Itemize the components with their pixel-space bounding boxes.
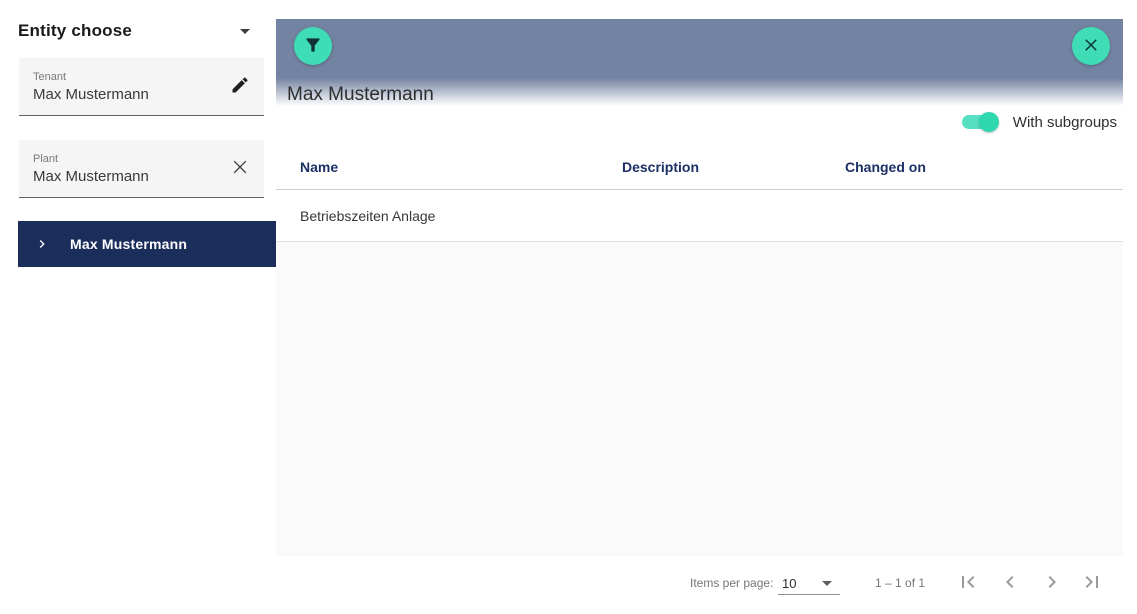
tenant-value: Max Mustermann <box>33 86 149 103</box>
plant-field: Plant Max Mustermann <box>19 140 264 198</box>
group-panel: Max Mustermann With subgroups Name Descr… <box>276 0 1123 614</box>
page-range-label: 1 – 1 of 1 <box>875 576 925 590</box>
table-empty-area <box>276 242 1123 556</box>
items-per-page-label: Items per page: <box>690 576 773 590</box>
chevron-right-icon[interactable] <box>34 236 50 252</box>
subgroups-toggle-row: With subgroups <box>962 111 1117 133</box>
first-page-icon <box>956 570 980 597</box>
chevron-left-icon <box>998 570 1022 597</box>
collapse-caret-icon[interactable] <box>240 29 250 34</box>
page-size-value: 10 <box>782 576 796 591</box>
paginator: Items per page: 10 1 – 1 of 1 <box>276 556 1123 614</box>
column-header-changed-on[interactable]: Changed on <box>845 145 926 190</box>
next-page-button[interactable] <box>1039 570 1065 596</box>
table-row[interactable]: Betriebszeiten Anlage <box>276 190 1123 242</box>
tenant-field-text: Tenant Max Mustermann <box>33 71 149 103</box>
close-button[interactable] <box>1072 27 1110 65</box>
last-page-button[interactable] <box>1079 570 1105 596</box>
clear-plant-button[interactable] <box>224 153 256 185</box>
close-icon <box>230 157 250 180</box>
tree-item-label: Max Mustermann <box>70 236 187 252</box>
app-root: Entity choose Tenant Max Mustermann Plan… <box>0 0 1137 614</box>
with-subgroups-toggle[interactable] <box>962 112 999 132</box>
tree-item-selected[interactable]: Max Mustermann <box>18 221 276 267</box>
first-page-button[interactable] <box>955 570 981 596</box>
chevron-right-icon <box>1040 570 1064 597</box>
sidebar-title: Entity choose <box>18 21 132 41</box>
filter-button[interactable] <box>294 27 332 65</box>
pencil-icon <box>230 75 250 98</box>
caret-down-icon <box>822 581 832 586</box>
close-icon <box>1082 36 1100 57</box>
entity-sidebar: Entity choose Tenant Max Mustermann Plan… <box>0 0 276 614</box>
subgroups-toggle-label: With subgroups <box>1013 114 1117 131</box>
plant-field-text: Plant Max Mustermann <box>33 153 149 185</box>
plant-label: Plant <box>33 153 149 165</box>
panel-title: Max Mustermann <box>287 84 434 106</box>
toggle-thumb[interactable] <box>979 112 999 132</box>
table-header-row: Name Description Changed on <box>276 145 1123 190</box>
edit-tenant-button[interactable] <box>224 71 256 103</box>
tenant-label: Tenant <box>33 71 149 83</box>
page-size-select[interactable]: 10 <box>778 569 840 595</box>
tenant-field: Tenant Max Mustermann <box>19 58 264 116</box>
plant-value: Max Mustermann <box>33 168 149 185</box>
previous-page-button[interactable] <box>997 570 1023 596</box>
column-header-description[interactable]: Description <box>622 145 699 190</box>
row-name-cell: Betriebszeiten Anlage <box>300 190 435 242</box>
last-page-icon <box>1080 570 1104 597</box>
filter-icon <box>303 35 323 58</box>
panel-topbar <box>276 19 1123 78</box>
sidebar-header: Entity choose <box>18 18 256 44</box>
column-header-name[interactable]: Name <box>300 145 338 190</box>
